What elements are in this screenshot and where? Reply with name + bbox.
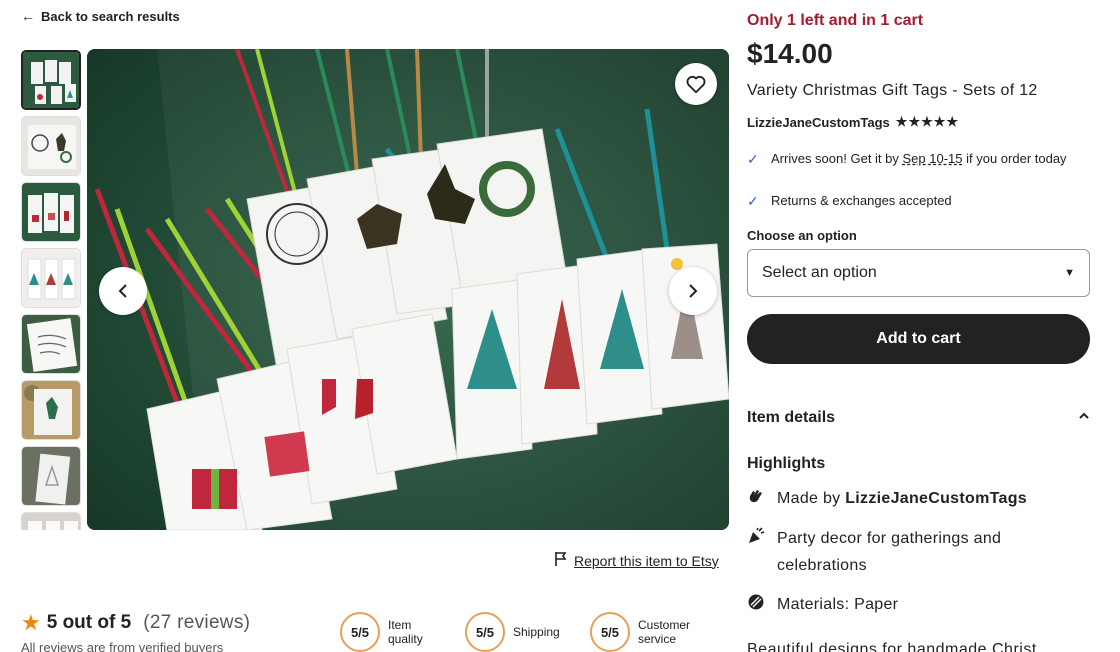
next-image-button[interactable] — [669, 267, 717, 315]
main-product-image[interactable] — [87, 49, 729, 530]
made-by-prefix: Made by — [777, 490, 846, 507]
back-to-search-link[interactable]: ← Back to search results — [21, 8, 180, 24]
arrival-info: ✓ Arrives soon! Get it by Sep 10-15 if y… — [747, 150, 1077, 168]
shop-rating-row: LizzieJaneCustomTags ★★★★★ — [747, 114, 959, 130]
thumbnail[interactable] — [21, 248, 81, 308]
description-text: Beautiful designs for handmade Christ — [747, 641, 1037, 652]
highlights-heading: Highlights — [747, 455, 826, 472]
heart-icon — [685, 73, 707, 95]
review-score: 5 out of 5 — [46, 612, 132, 633]
verified-note: All reviews are from verified buyers — [21, 640, 224, 652]
metric-label: Item — [388, 618, 412, 632]
returns-text: Returns & exchanges accepted — [771, 193, 952, 208]
product-title: Variety Christmas Gift Tags - Sets of 12 — [747, 82, 1038, 99]
made-by-shop[interactable]: LizzieJaneCustomTags — [845, 490, 1027, 507]
thumbnail[interactable] — [21, 380, 81, 440]
thumbnail[interactable] — [21, 446, 81, 506]
metric-score: 5/5 — [340, 612, 380, 652]
hand-icon — [747, 485, 767, 514]
chevron-left-icon — [115, 283, 131, 299]
returns-info: ✓ Returns & exchanges accepted — [747, 192, 1077, 210]
check-icon: ✓ — [747, 193, 759, 209]
arrival-date[interactable]: Sep 10-15 — [903, 151, 963, 166]
thumbnail[interactable] — [21, 50, 81, 110]
chevron-right-icon — [685, 283, 701, 299]
metric-label: Shipping — [513, 625, 560, 639]
star-icon: ★ — [21, 610, 41, 635]
thumbnail[interactable] — [21, 182, 81, 242]
arrival-prefix: Arrives soon! Get it by — [771, 151, 903, 166]
arrow-left-icon: ← — [21, 8, 35, 24]
highlight-party-decor: Party decor for gatherings and celebrati… — [747, 525, 1077, 579]
metric-label-2: quality — [388, 632, 423, 646]
thumbnail[interactable] — [21, 314, 81, 374]
item-details-toggle[interactable]: Item details — [747, 409, 1090, 427]
option-label: Choose an option — [747, 228, 857, 243]
metric-shipping: 5/5 Shipping — [465, 612, 560, 652]
party-decor-text: Party decor for gatherings and celebrati… — [777, 530, 1002, 574]
metric-label-2: service — [638, 632, 677, 646]
thumbnail[interactable] — [21, 512, 81, 530]
favorite-button[interactable] — [675, 63, 717, 105]
party-popper-icon — [747, 525, 767, 579]
price: $14.00 — [747, 38, 833, 69]
review-count[interactable]: (27 reviews) — [143, 612, 250, 634]
item-details-label: Item details — [747, 409, 836, 426]
chevron-up-icon — [1078, 409, 1090, 427]
flag-icon — [554, 551, 568, 570]
check-icon: ✓ — [747, 151, 759, 167]
thumbnail[interactable] — [21, 116, 81, 176]
caret-down-icon: ▼ — [1064, 267, 1075, 279]
shop-name-link[interactable]: LizzieJaneCustomTags — [747, 115, 890, 130]
back-link-label: Back to search results — [41, 8, 180, 24]
report-item-link[interactable]: Report this item to Etsy — [554, 551, 719, 570]
highlight-made-by: Made by LizzieJaneCustomTags — [747, 485, 1077, 514]
metric-label: Customer — [638, 618, 691, 632]
materials-text: Materials: Paper — [777, 596, 899, 613]
metric-score: 5/5 — [590, 612, 630, 652]
star-rating-icon: ★★★★★ — [895, 114, 960, 129]
report-link-label: Report this item to Etsy — [574, 552, 719, 569]
metric-customer-service: 5/5 Customer service — [590, 612, 690, 652]
metric-item-quality: 5/5 Item quality — [340, 612, 423, 652]
option-select-value: Select an option — [762, 264, 877, 281]
review-summary: ★ 5 out of 5 (27 reviews) — [21, 610, 250, 636]
materials-icon — [747, 591, 767, 620]
option-select[interactable]: Select an option ▼ — [747, 249, 1090, 297]
stock-notice: Only 1 left and in 1 cart — [747, 12, 924, 29]
previous-image-button[interactable] — [99, 267, 147, 315]
add-to-cart-button[interactable]: Add to cart — [747, 314, 1090, 364]
thumbnail-strip — [21, 50, 81, 530]
highlight-materials: Materials: Paper — [747, 591, 1077, 620]
arrival-suffix: if you order today — [962, 151, 1067, 166]
metric-score: 5/5 — [465, 612, 505, 652]
